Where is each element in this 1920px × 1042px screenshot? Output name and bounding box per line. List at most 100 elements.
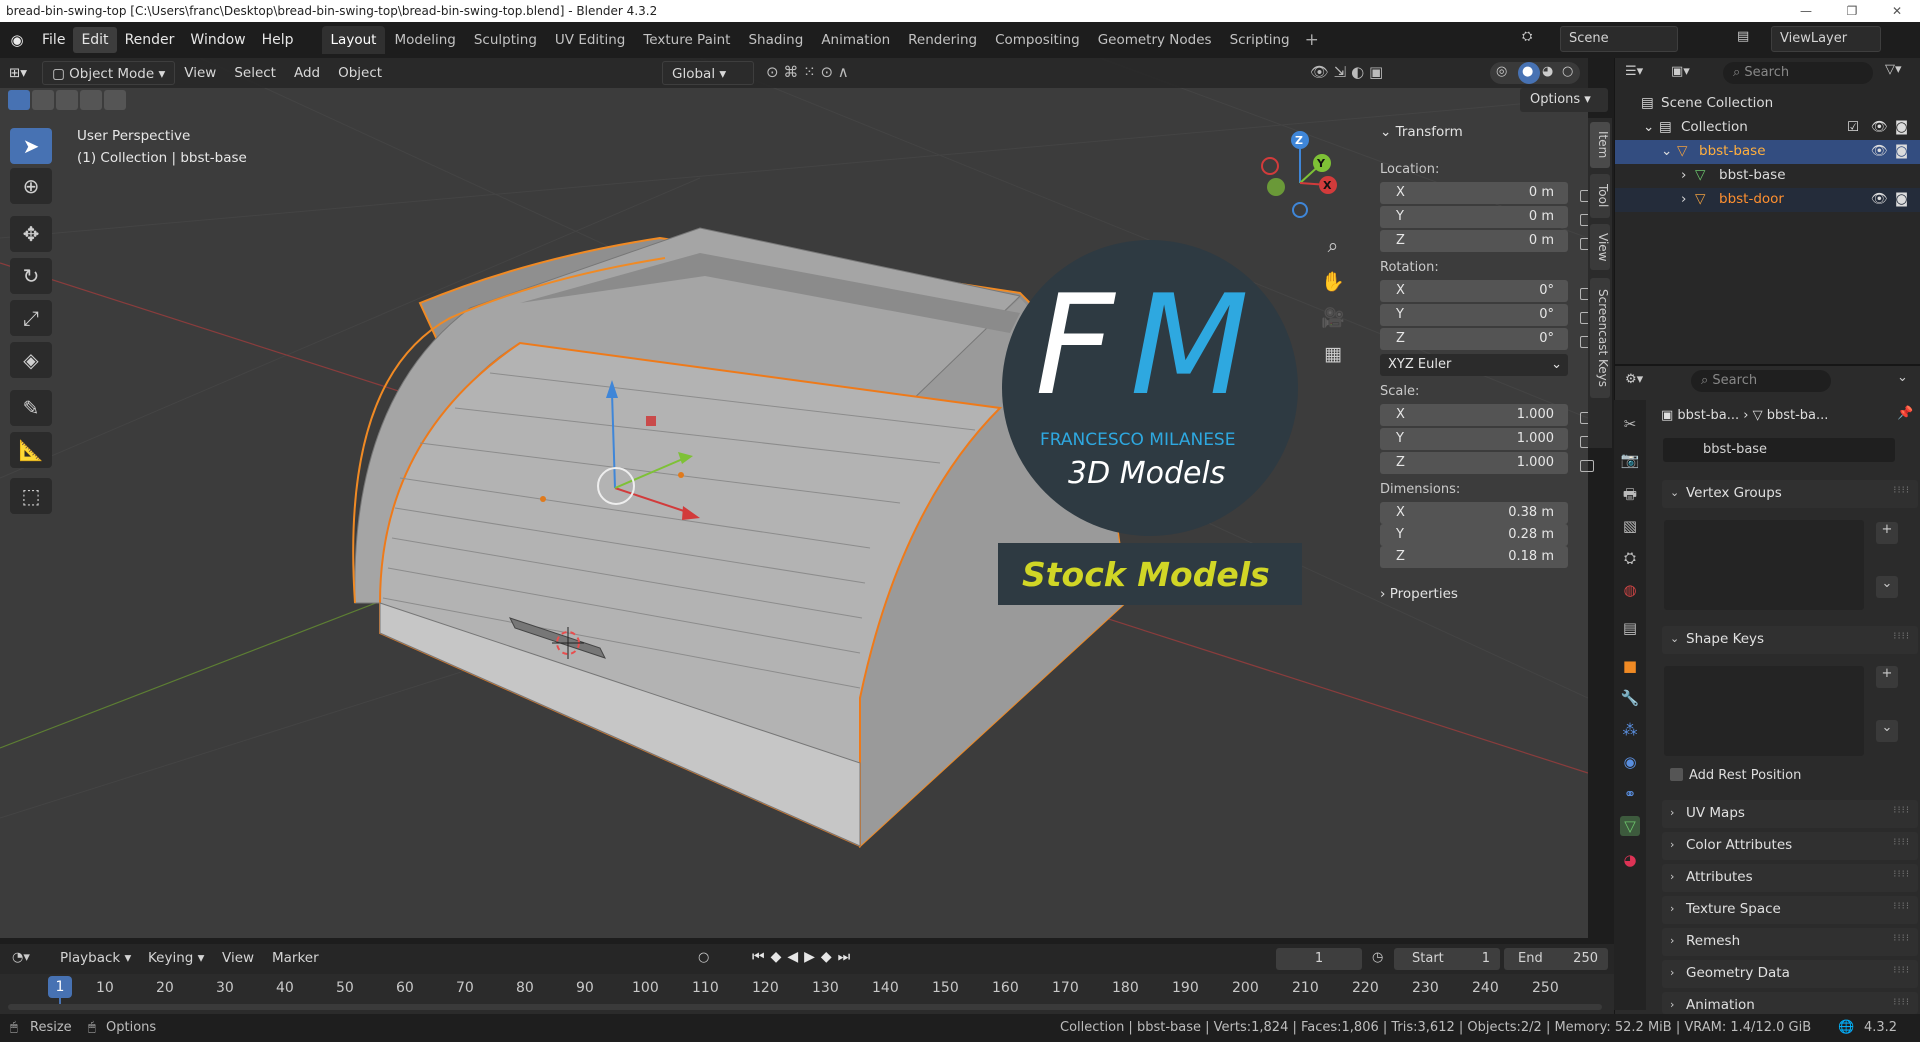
options-dropdown[interactable]: Options ▾ <box>1520 88 1608 112</box>
transform-header[interactable]: ⌄ Transform <box>1380 124 1463 140</box>
modifier-icon[interactable]: 🔧 <box>1620 688 1640 708</box>
rotate-tool[interactable]: ↻ <box>10 258 52 294</box>
properties-editor-icon[interactable]: ⚙▾ <box>1625 372 1643 387</box>
hand-icon[interactable]: ✋ <box>1318 264 1348 300</box>
section-texture-space[interactable]: › Texture Space ⁝⁝⁝⁝ <box>1662 896 1918 924</box>
world-icon[interactable]: ◍ <box>1620 580 1640 600</box>
menu-window[interactable]: Window <box>182 27 253 53</box>
playback-controls[interactable]: ⏮◆◀▶◆⏭ <box>752 949 856 965</box>
tab-shading[interactable]: Shading <box>739 26 812 54</box>
eye-icon[interactable]: 👁 <box>1871 191 1888 207</box>
section-color-attributes[interactable]: › Color Attributes ⁝⁝⁝⁝ <box>1662 832 1918 860</box>
add-cube-tool[interactable]: ⬚ <box>10 478 52 514</box>
location-x-field[interactable]: X 0 m <box>1380 182 1568 204</box>
lock-icon[interactable] <box>1580 460 1594 472</box>
section-vertex-groups[interactable]: ⌄ Vertex Groups ⁝⁝⁝⁝ <box>1662 480 1918 508</box>
end-frame-field[interactable]: End 250 <box>1504 948 1608 970</box>
location-y-field[interactable]: Y 0 m <box>1380 206 1568 228</box>
clock-icon[interactable]: ◷ <box>1372 950 1383 965</box>
overlay-icons[interactable]: 👁 ⇲ ◐ ▣ <box>1310 63 1383 81</box>
viewlayer-name[interactable]: ViewLayer <box>1771 26 1881 52</box>
pin-icon[interactable]: 📌 <box>1897 406 1913 421</box>
object-icon[interactable]: ■ <box>1620 656 1640 676</box>
particles-icon[interactable]: ⁂ <box>1620 720 1640 740</box>
3d-viewport[interactable]: F M FRANCESCO MILANESE 3D Models Stock M… <box>0 58 1588 938</box>
vertex-group-menu-button[interactable]: ⌄ <box>1876 576 1898 598</box>
tab-uv-editing[interactable]: UV Editing <box>546 26 634 54</box>
start-frame-field[interactable]: Start 1 <box>1394 948 1500 970</box>
outliner-editor-icon[interactable]: ☰▾ <box>1625 64 1643 79</box>
bread-bin-model[interactable] <box>352 227 1127 849</box>
menu-file[interactable]: File <box>34 27 73 53</box>
scale-z-field[interactable]: Z 1.000 <box>1380 452 1568 474</box>
camera-icon[interactable]: ◙ <box>1895 119 1908 135</box>
outliner-search-input[interactable]: ⌕ Search <box>1723 62 1873 84</box>
blender-logo-icon[interactable]: ◉ <box>0 31 34 49</box>
measure-tool[interactable]: 📐 <box>10 432 52 468</box>
outliner-row-scene-collection[interactable]: ▤ Scene Collection <box>1615 92 1920 116</box>
dimensions-x-field[interactable]: X 0.38 m <box>1380 502 1568 524</box>
rendered-icon[interactable]: ○ <box>1562 64 1573 79</box>
camera-icon[interactable]: ◙ <box>1895 191 1908 207</box>
vertex-groups-list[interactable] <box>1664 520 1864 610</box>
close-button[interactable]: ✕ <box>1874 0 1920 22</box>
timeline-editor-icon[interactable]: ◔▾ <box>12 950 30 965</box>
section-geometry-data[interactable]: › Geometry Data ⁝⁝⁝⁝ <box>1662 960 1918 988</box>
eye-icon[interactable]: 👁 <box>1871 119 1888 135</box>
scale-y-field[interactable]: Y 1.000 <box>1380 428 1568 450</box>
tab-animation[interactable]: Animation <box>812 26 899 54</box>
camera-icon[interactable]: ◙ <box>1895 143 1908 159</box>
menu-select[interactable]: Select <box>225 61 285 85</box>
record-icon[interactable]: ○ <box>698 950 709 965</box>
chevron-down-icon[interactable]: ⌄ <box>1897 370 1908 385</box>
shape-keys-list[interactable] <box>1664 666 1864 756</box>
chevron-down-icon[interactable]: ⌄ <box>1643 119 1654 135</box>
material-icon[interactable]: ◕ <box>1620 850 1640 870</box>
view-layer-icon[interactable]: ▧ <box>1620 516 1640 536</box>
tab-layout[interactable]: Layout <box>321 26 386 54</box>
collection-icon[interactable]: ▤ <box>1620 618 1640 638</box>
tab-view[interactable]: View <box>1590 224 1610 270</box>
menu-marker[interactable]: Marker <box>272 950 319 966</box>
constraints-icon[interactable]: ⚭ <box>1620 784 1640 804</box>
rotation-y-field[interactable]: Y 0° <box>1380 304 1568 326</box>
menu-object[interactable]: Object <box>329 61 391 85</box>
editor-type-icon[interactable]: ⊞▾ <box>0 61 36 85</box>
outliner-row-collection[interactable]: ⌄ ▤ Collection ☑ 👁 ◙ <box>1615 116 1920 140</box>
viewlayer-selector[interactable]: ▤ ViewLayer <box>1735 26 1915 52</box>
scene-selector[interactable]: ⛭ Scene <box>1520 26 1680 52</box>
eye-icon[interactable]: 👁 <box>1871 143 1888 159</box>
section-uv-maps[interactable]: › UV Maps ⁝⁝⁝⁝ <box>1662 800 1918 828</box>
chevron-right-icon[interactable]: › <box>1681 191 1686 207</box>
add-shape-key-button[interactable]: + <box>1876 666 1898 688</box>
tab-scripting[interactable]: Scripting <box>1221 26 1299 54</box>
chevron-down-icon[interactable]: ⌄ <box>1661 143 1672 159</box>
outliner-row-bbst-base[interactable]: ⌄ ▽ bbst-base 👁 ◙ <box>1615 140 1920 164</box>
camera-icon[interactable]: 🎥 <box>1318 300 1348 336</box>
menu-edit[interactable]: Edit <box>73 27 117 53</box>
location-z-field[interactable]: Z 0 m <box>1380 230 1568 252</box>
scene-name[interactable]: Scene <box>1560 26 1678 52</box>
tab-sculpting[interactable]: Sculpting <box>465 26 546 54</box>
tab-tool[interactable]: Tool <box>1590 174 1610 218</box>
output-icon[interactable]: 🖶 <box>1620 484 1640 504</box>
grid-icon[interactable]: ▦ <box>1318 336 1348 372</box>
shading-modes[interactable]: ◎ ● ◕ ○ <box>1490 62 1580 84</box>
menu-playback[interactable]: Playback ▾ <box>60 950 131 966</box>
playhead[interactable]: 1 <box>48 976 72 998</box>
scale-tool[interactable]: ⤢ <box>10 300 52 336</box>
section-attributes[interactable]: › Attributes ⁝⁝⁝⁝ <box>1662 864 1918 892</box>
section-shape-keys[interactable]: ⌄ Shape Keys ⁝⁝⁝⁝ <box>1662 626 1918 654</box>
current-frame-field[interactable]: 1 <box>1276 948 1362 970</box>
menu-render[interactable]: Render <box>117 27 183 53</box>
section-animation[interactable]: › Animation ⁝⁝⁝⁝ <box>1662 992 1918 1014</box>
shape-key-menu-button[interactable]: ⌄ <box>1876 720 1898 742</box>
tool-icon[interactable]: ✂ <box>1620 414 1640 434</box>
orientation-dropdown[interactable]: Global ▾ <box>662 61 754 85</box>
tab-item[interactable]: Item <box>1590 122 1610 168</box>
solid-icon[interactable]: ● <box>1522 64 1533 79</box>
tab-compositing[interactable]: Compositing <box>986 26 1089 54</box>
render-icon[interactable]: 📷 <box>1620 450 1640 470</box>
move-tool[interactable]: ✥ <box>10 216 52 252</box>
tab-geometry-nodes[interactable]: Geometry Nodes <box>1089 26 1221 54</box>
